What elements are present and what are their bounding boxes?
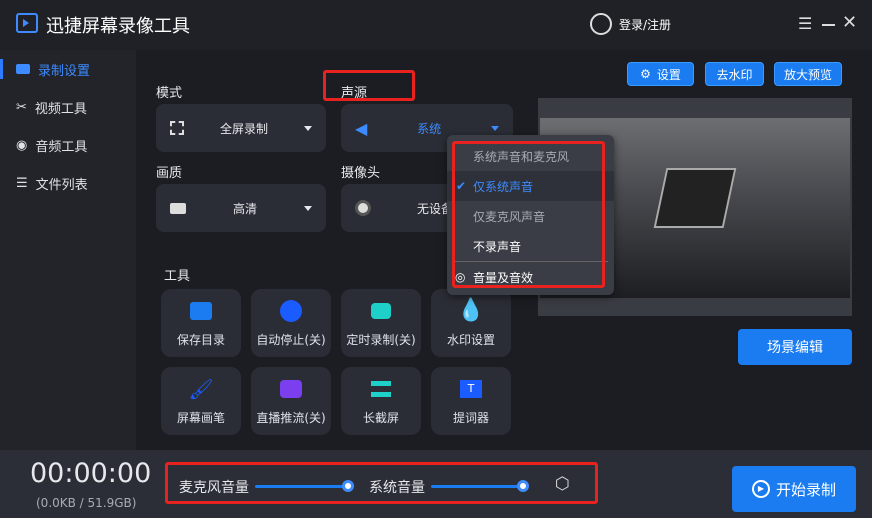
audio-settings-icon[interactable]: ⬡ <box>555 474 570 494</box>
sidebar-item-audio-tools[interactable]: ◉ 音频工具 <box>0 127 136 163</box>
quality-label: 画质 <box>156 166 183 181</box>
audio-source-menu: 系统声音和麦克风 ✔ 仅系统声音 仅麦克风声音 不录声音 ◎ 音量及音效 <box>447 135 614 295</box>
scene-edit-button[interactable]: 场景编辑 <box>738 329 852 365</box>
tool-teleprompter[interactable]: T 提词器 <box>431 367 511 435</box>
tool-watermark[interactable]: 💧 水印设置 <box>431 289 511 357</box>
brush-icon: 🖌 <box>188 376 214 401</box>
menu-icon[interactable]: ☰ <box>798 16 812 32</box>
audio-source-label: 声源 <box>341 86 368 101</box>
stop-icon <box>279 299 303 323</box>
folder-icon <box>189 299 213 323</box>
system-volume-label: 系统音量 <box>369 480 425 496</box>
menu-item-mic-only[interactable]: 仅麦克风声音 <box>447 201 614 231</box>
app-title: 迅捷屏幕录像工具 <box>46 16 190 37</box>
app-logo-icon <box>16 13 38 33</box>
sidebar-item-file-list[interactable]: ☰ 文件列表 <box>0 165 136 201</box>
tool-screen-brush[interactable]: 🖌 屏幕画笔 <box>161 367 241 435</box>
fullscreen-icon <box>170 121 184 135</box>
tool-save-directory[interactable]: 保存目录 <box>161 289 241 357</box>
user-icon[interactable] <box>590 13 612 35</box>
bottom-bar: 00:00:00 (0.0KB / 51.9GB) 麦克风音量 系统音量 ⬡ ▶… <box>0 450 872 518</box>
storage-info: (0.0KB / 51.9GB) <box>36 496 137 510</box>
start-recording-button[interactable]: ▶ 开始录制 <box>732 466 856 512</box>
menu-item-system-only[interactable]: ✔ 仅系统声音 <box>447 171 614 201</box>
list-icon: ☰ <box>16 175 28 191</box>
audio-icon: ◉ <box>16 137 28 153</box>
system-volume-handle[interactable] <box>517 480 529 492</box>
tool-scheduled-record[interactable]: 定时录制(关) <box>341 289 421 357</box>
highlight-audio-source <box>323 70 415 101</box>
long-screenshot-icon <box>369 377 393 401</box>
tools-label: 工具 <box>164 269 191 284</box>
water-drop-icon: 💧 <box>457 298 485 323</box>
camera-icon <box>16 64 30 74</box>
mode-dropdown[interactable]: 全屏录制 <box>156 104 326 152</box>
play-circle-icon: ▶ <box>751 480 770 498</box>
close-icon[interactable]: ✕ <box>842 12 857 33</box>
camera-label: 摄像头 <box>341 166 381 181</box>
sidebar-item-video-tools[interactable]: ✂ 视频工具 <box>0 89 136 125</box>
check-icon: ✔ <box>456 179 467 193</box>
title-bar: 迅捷屏幕录像工具 登录/注册 ☰ ✕ <box>0 0 872 50</box>
mic-volume-handle[interactable] <box>342 480 354 492</box>
chevron-down-icon <box>304 205 312 211</box>
login-link[interactable]: 登录/注册 <box>619 16 671 33</box>
chevron-down-icon <box>491 125 499 131</box>
timer: 00:00:00 <box>30 458 152 489</box>
webcam-icon <box>355 200 371 216</box>
gear-icon: ⚙ <box>640 67 651 81</box>
remove-watermark-button[interactable]: 去水印 <box>705 62 764 86</box>
mic-volume-slider[interactable] <box>255 485 347 488</box>
monitor-icon <box>170 202 186 214</box>
zoom-preview-button[interactable]: 放大预览 <box>774 62 842 86</box>
mic-volume-label: 麦克风音量 <box>179 480 249 496</box>
video-tools-icon: ✂ <box>16 99 27 115</box>
video-camera-icon <box>369 299 393 323</box>
mode-label: 模式 <box>156 86 183 101</box>
sidebar: 录制设置 ✂ 视频工具 ◉ 音频工具 ☰ 文件列表 <box>0 50 136 450</box>
menu-item-no-audio[interactable]: 不录声音 <box>447 231 614 261</box>
tool-long-screenshot[interactable]: 长截屏 <box>341 367 421 435</box>
system-volume-slider[interactable] <box>431 485 523 488</box>
chevron-down-icon <box>304 125 312 131</box>
settings-circle-icon: ◎ <box>455 270 466 284</box>
sidebar-item-record-settings[interactable]: 录制设置 <box>0 51 136 87</box>
menu-item-volume-effects[interactable]: ◎ 音量及音效 <box>447 262 614 292</box>
teleprompter-icon: T <box>459 377 483 401</box>
minimize-icon[interactable] <box>822 24 835 26</box>
tool-live-stream[interactable]: 直播推流(关) <box>251 367 331 435</box>
speaker-icon: ◀ <box>355 118 368 138</box>
quality-dropdown[interactable]: 高清 <box>156 184 326 232</box>
settings-button[interactable]: ⚙ 设置 <box>627 62 694 86</box>
menu-item-system-and-mic[interactable]: 系统声音和麦克风 <box>447 141 614 171</box>
tv-icon <box>279 377 303 401</box>
tool-auto-stop[interactable]: 自动停止(关) <box>251 289 331 357</box>
